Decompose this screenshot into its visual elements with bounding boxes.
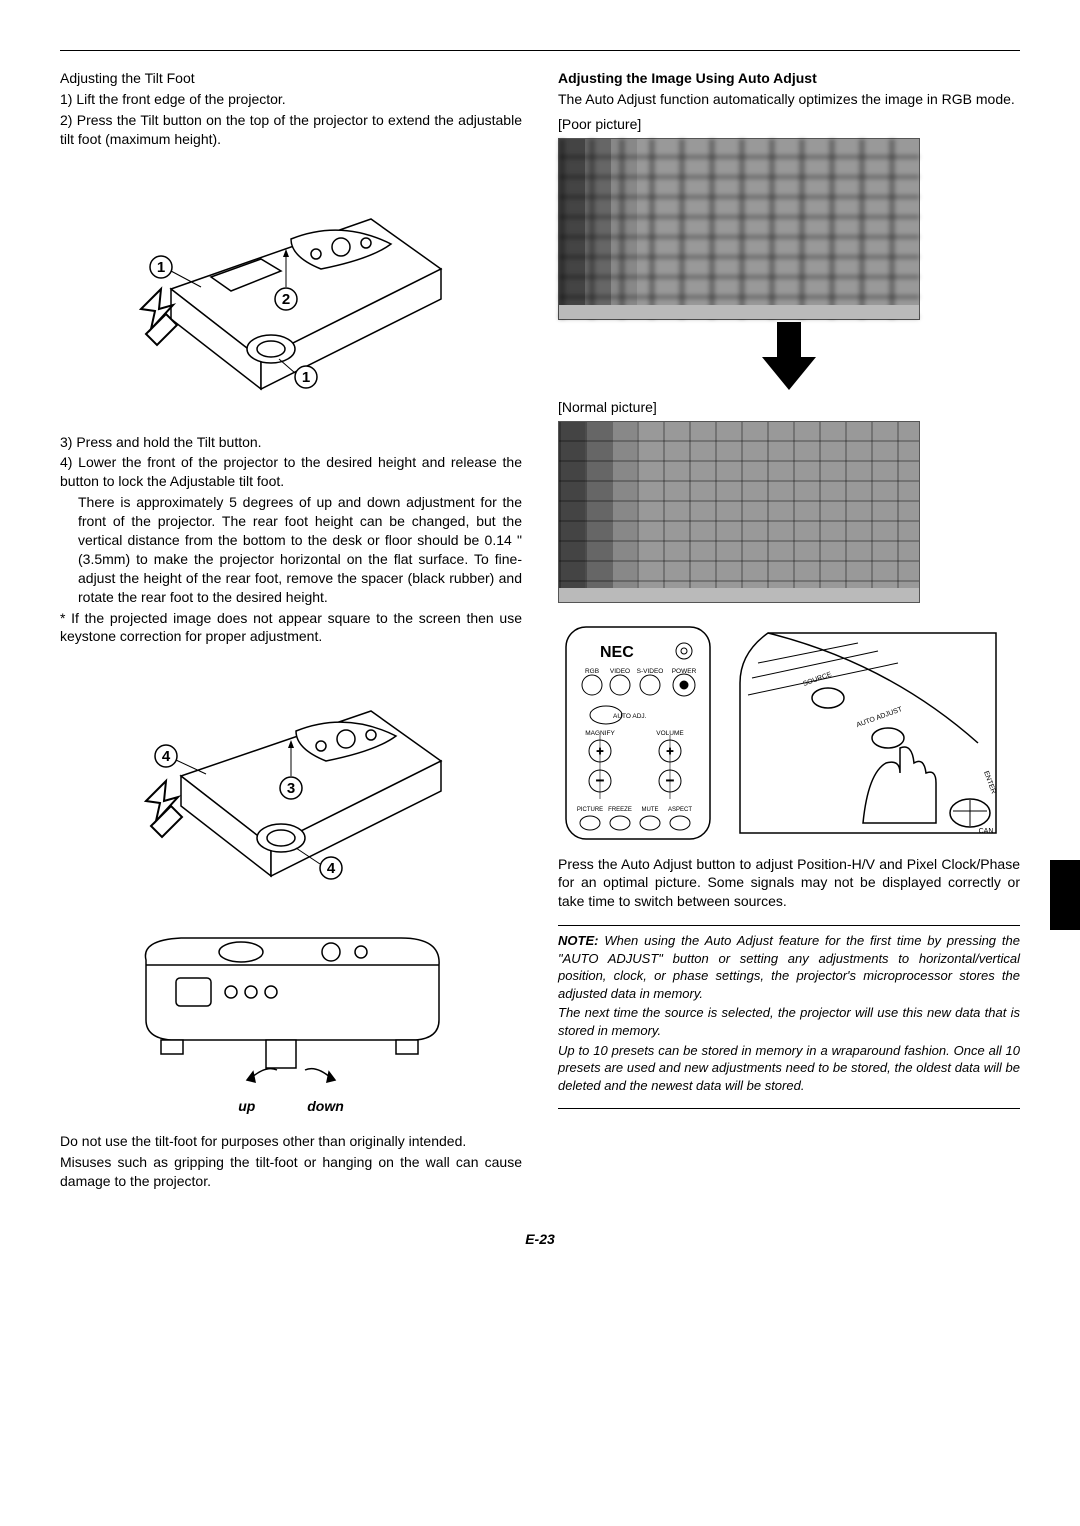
step-star: * If the projected image does not appear… bbox=[60, 609, 522, 647]
svg-text:RGB: RGB bbox=[585, 668, 599, 675]
note-1-text: When using the Auto Adjust feature for t… bbox=[558, 933, 1020, 1001]
remote-and-panel: NEC RGB VIDEO S-VIDEO POWER AUTO ADJ. bbox=[558, 623, 1020, 843]
svg-text:4: 4 bbox=[327, 860, 336, 877]
step-2: 2) Press the Tilt button on the top of t… bbox=[60, 111, 522, 149]
svg-text:FREEZE: FREEZE bbox=[608, 807, 632, 813]
side-tab bbox=[1050, 860, 1080, 930]
svg-text:2: 2 bbox=[282, 291, 290, 308]
label-up: up bbox=[238, 1098, 255, 1114]
normal-picture-label: [Normal picture] bbox=[558, 398, 1020, 417]
remote-illustration: NEC RGB VIDEO S-VIDEO POWER AUTO ADJ. bbox=[558, 623, 718, 843]
step-4a: 4) Lower the front of the projector to t… bbox=[60, 453, 522, 491]
warning-1: Do not use the tilt-foot for purposes ot… bbox=[60, 1132, 522, 1151]
svg-text:1: 1 bbox=[302, 369, 310, 386]
left-column: Adjusting the Tilt Foot 1) Lift the fron… bbox=[60, 69, 522, 1193]
label-down: down bbox=[307, 1098, 344, 1114]
projector-illustration-2: 4 3 4 bbox=[111, 656, 471, 906]
svg-text:S-VIDEO: S-VIDEO bbox=[637, 668, 664, 675]
step-4b: There is approximately 5 degrees of up a… bbox=[60, 493, 522, 606]
note-paragraph-2: The next time the source is selected, th… bbox=[558, 1004, 1020, 1039]
step-1: 1) Lift the front edge of the projector. bbox=[60, 90, 522, 109]
note-rule-top bbox=[558, 925, 1020, 926]
top-panel-illustration: SOURCE AUTO ADJUST ENTER CAN bbox=[738, 623, 998, 843]
svg-text:MUTE: MUTE bbox=[642, 807, 659, 813]
svg-text:VIDEO: VIDEO bbox=[610, 668, 630, 675]
poor-picture-image bbox=[558, 138, 920, 320]
step-3: 3) Press and hold the Tilt button. bbox=[60, 433, 522, 452]
svg-text:AUTO ADJ.: AUTO ADJ. bbox=[613, 713, 647, 720]
note-paragraph-1: NOTE: When using the Auto Adjust feature… bbox=[558, 932, 1020, 1002]
svg-text:PICTURE: PICTURE bbox=[577, 807, 603, 813]
svg-text:1: 1 bbox=[157, 259, 165, 276]
svg-text:3: 3 bbox=[287, 780, 295, 797]
auto-adjust-heading: Adjusting the Image Using Auto Adjust bbox=[558, 69, 1020, 88]
auto-adjust-intro: The Auto Adjust function automatically o… bbox=[558, 90, 1020, 109]
projector-illustration-side bbox=[121, 920, 461, 1090]
press-auto-adjust-text: Press the Auto Adjust button to adjust P… bbox=[558, 855, 1020, 912]
note-lead: NOTE: bbox=[558, 933, 598, 948]
note-rule-bottom bbox=[558, 1108, 1020, 1109]
warning-2: Misuses such as gripping the tilt-foot o… bbox=[60, 1153, 522, 1191]
tilt-foot-heading: Adjusting the Tilt Foot bbox=[60, 69, 522, 88]
down-arrow-icon bbox=[754, 322, 824, 392]
page-number: E-23 bbox=[60, 1231, 1020, 1247]
poor-picture-label: [Poor picture] bbox=[558, 115, 1020, 134]
svg-text:MAGNIFY: MAGNIFY bbox=[585, 730, 615, 737]
normal-picture-image bbox=[558, 421, 920, 603]
note-paragraph-3: Up to 10 presets can be stored in memory… bbox=[558, 1042, 1020, 1095]
top-rule bbox=[60, 50, 1020, 51]
two-column-layout: Adjusting the Tilt Foot 1) Lift the fron… bbox=[60, 69, 1020, 1193]
svg-text:CAN: CAN bbox=[979, 828, 994, 835]
svg-text:VOLUME: VOLUME bbox=[656, 730, 684, 737]
up-down-labels: up down bbox=[60, 1098, 522, 1114]
svg-text:ASPECT: ASPECT bbox=[668, 807, 692, 813]
right-column: Adjusting the Image Using Auto Adjust Th… bbox=[558, 69, 1020, 1193]
projector-illustration-1: 1 2 1 bbox=[111, 159, 471, 419]
svg-text:4: 4 bbox=[162, 748, 171, 765]
remote-brand: NEC bbox=[600, 644, 634, 661]
